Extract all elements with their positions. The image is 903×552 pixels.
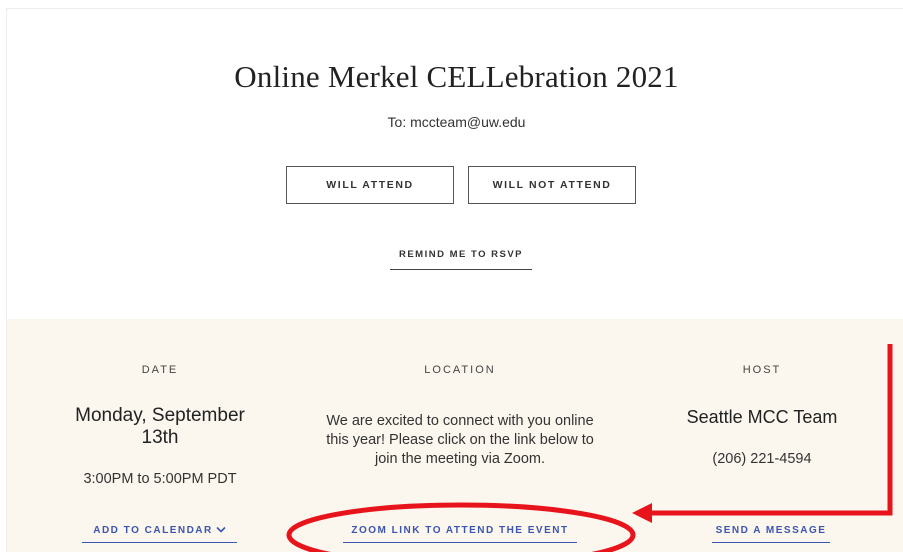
chevron-down-icon bbox=[216, 525, 226, 536]
add-to-calendar-label: ADD TO CALENDAR bbox=[93, 525, 213, 537]
invitation-header: Online Merkel CELLebration 2021 To: mcct… bbox=[7, 9, 903, 319]
remind-me-link[interactable]: REMIND ME TO RSVP bbox=[390, 249, 532, 270]
add-to-calendar-link[interactable]: ADD TO CALENDAR bbox=[82, 525, 237, 544]
event-time: 3:00PM to 5:00PM PDT bbox=[83, 471, 237, 487]
zoom-link[interactable]: ZOOM LINK TO ATTEND THE EVENT bbox=[343, 525, 577, 543]
will-not-attend-button[interactable]: WILL NOT ATTEND bbox=[468, 166, 636, 204]
event-date: Monday, September 13th bbox=[75, 405, 245, 448]
location-description: We are excited to connect with you onlin… bbox=[326, 413, 594, 467]
event-title: Online Merkel CELLebration 2021 bbox=[234, 59, 679, 94]
event-details: DATE Monday, September 13th 3:00PM to 5:… bbox=[7, 319, 903, 552]
host-heading: HOST bbox=[742, 364, 782, 376]
host-name: Seattle MCC Team bbox=[686, 407, 838, 427]
host-phone: (206) 221-4594 bbox=[712, 451, 812, 467]
recipient-line: To: mccteam@uw.edu bbox=[387, 114, 526, 130]
date-heading: DATE bbox=[141, 364, 179, 376]
will-attend-button[interactable]: WILL ATTEND bbox=[286, 166, 454, 204]
send-message-link[interactable]: SEND A MESSAGE bbox=[712, 525, 830, 543]
location-heading: LOCATION bbox=[424, 364, 496, 376]
invitation-card: Online Merkel CELLebration 2021 To: mcct… bbox=[6, 8, 903, 552]
